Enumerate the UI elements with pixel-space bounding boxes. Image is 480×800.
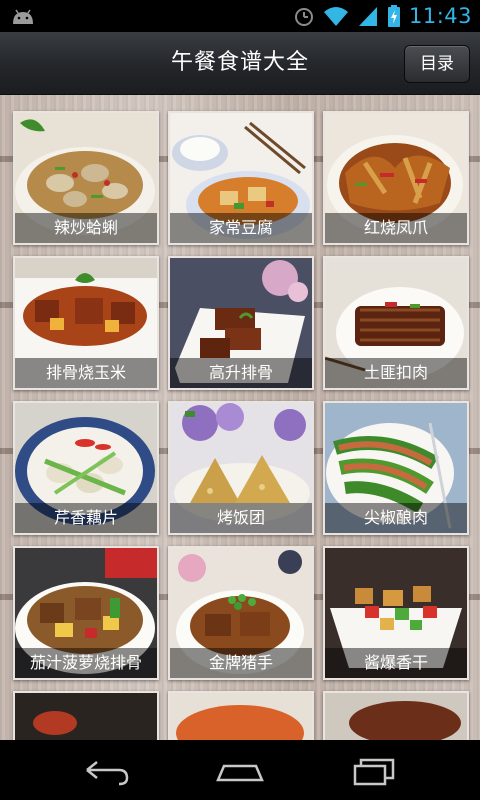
recipe-name: 排骨烧玉米 (15, 358, 157, 388)
recipe-tile[interactable]: 芹香藕片 (13, 401, 159, 535)
recent-apps-icon[interactable] (345, 752, 405, 788)
alarm-icon (294, 8, 313, 26)
recipe-tile[interactable]: 土匪扣肉 (323, 256, 469, 390)
recipe-tile[interactable]: 金牌猪手 (168, 546, 314, 680)
recipe-name: 酱爆香干 (325, 648, 467, 678)
recipe-name: 家常豆腐 (170, 213, 312, 243)
wifi-icon (323, 7, 348, 26)
recipe-tile[interactable]: 尖椒酿肉 (323, 401, 469, 535)
app-header: 午餐食谱大全 目录 (0, 32, 480, 95)
recipe-tile[interactable]: 红烧凤爪 (323, 111, 469, 245)
back-icon[interactable] (75, 752, 135, 788)
recipe-tile[interactable]: 茄汁菠萝烧排骨 (13, 546, 159, 680)
recipe-photo (15, 693, 157, 740)
recipe-tile[interactable]: 酱爆香干 (323, 546, 469, 680)
recipe-photo (325, 693, 467, 740)
recipe-tile[interactable]: 烤饭团 (168, 401, 314, 535)
catalog-button[interactable]: 目录 (404, 45, 470, 83)
home-icon[interactable] (210, 752, 270, 788)
recipe-tile[interactable] (13, 691, 159, 740)
recipe-tile[interactable]: 辣炒蛤蜊 (13, 111, 159, 245)
recipe-tile[interactable] (168, 691, 314, 740)
system-nav-bar (0, 740, 480, 800)
recipe-name: 辣炒蛤蜊 (15, 213, 157, 243)
recipe-tile[interactable]: 家常豆腐 (168, 111, 314, 245)
recipe-tile[interactable]: 排骨烧玉米 (13, 256, 159, 390)
recipe-name: 烤饭团 (170, 503, 312, 533)
recipe-name: 尖椒酿肉 (325, 503, 467, 533)
recipe-name: 金牌猪手 (170, 648, 312, 678)
status-bar: 11:43 (0, 0, 480, 32)
recipe-tile[interactable]: 高升排骨 (168, 256, 314, 390)
recipe-photo (170, 693, 312, 740)
recipe-name: 红烧凤爪 (325, 213, 467, 243)
clock-time: 11:43 (408, 4, 472, 28)
recipe-name: 茄汁菠萝烧排骨 (15, 648, 157, 678)
battery-icon (387, 5, 400, 27)
recipe-name: 土匪扣肉 (325, 358, 467, 388)
signal-icon (358, 7, 377, 26)
recipe-name: 芹香藕片 (15, 503, 157, 533)
recipe-tile[interactable] (323, 691, 469, 740)
recipe-name: 高升排骨 (170, 358, 312, 388)
android-icon (13, 9, 33, 24)
recipe-grid-area[interactable]: 辣炒蛤蜊 家常豆腐 红烧凤爪 排骨烧玉米 高升排骨 土匪扣肉 芹香藕片 烤饭团 … (0, 95, 480, 740)
